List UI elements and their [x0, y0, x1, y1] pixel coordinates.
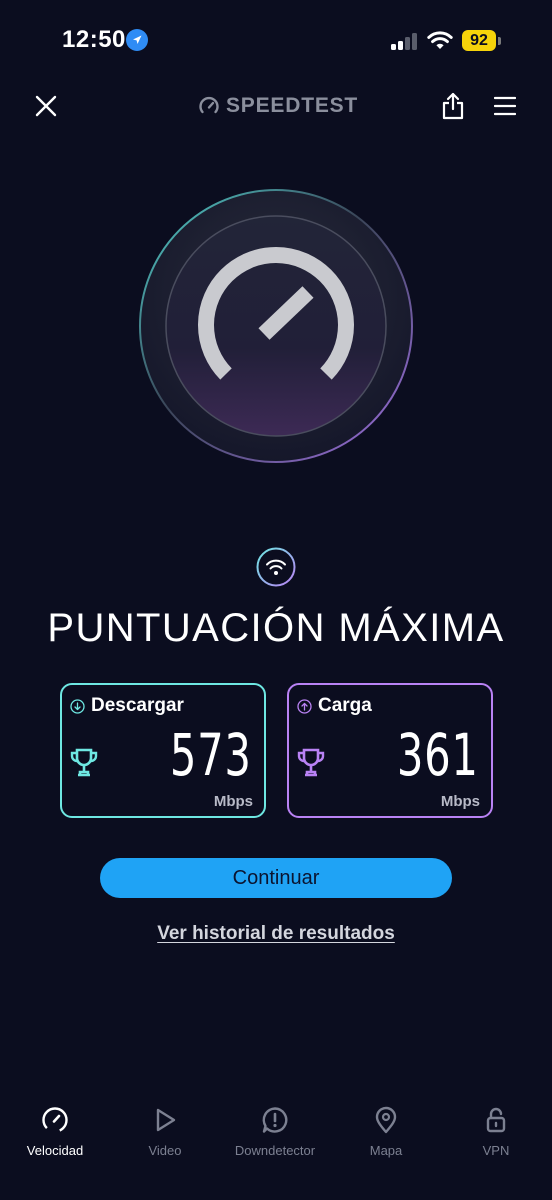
battery-icon: [498, 37, 501, 45]
wifi-status-icon: [427, 29, 453, 51]
nav-label: Mapa: [369, 1143, 403, 1158]
upload-result-card: Carga 361 Mbps: [287, 683, 493, 818]
map-pin-icon: [375, 1106, 397, 1134]
download-header: Descargar: [70, 695, 184, 717]
close-icon: [35, 95, 57, 117]
speedtest-result-screen: 12:50 92 SPEEDTEST PUNTUACIÓN MÁXIMA Des…: [0, 0, 552, 1200]
download-arrow-icon: [70, 698, 85, 714]
brand-name: SPEEDTEST: [226, 94, 359, 117]
speed-gauge: [138, 188, 414, 464]
nav-item-downdetector[interactable]: Downdetector: [220, 1100, 330, 1158]
results-history-link[interactable]: Ver historial de resultados: [0, 923, 552, 945]
hamburger-menu-icon: [493, 96, 517, 116]
bottom-navigation: Velocidad Video Downdetector Mapa VPN: [0, 1100, 552, 1170]
connection-type-badge: [256, 547, 296, 587]
speedometer-logo-icon: [199, 96, 219, 114]
nav-item-mapa[interactable]: Mapa: [331, 1100, 441, 1158]
nav-label: Downdetector: [234, 1143, 316, 1158]
alert-icon: [262, 1107, 288, 1133]
speedtest-logo: SPEEDTEST: [198, 93, 358, 119]
menu-button[interactable]: [493, 96, 517, 116]
share-icon: [442, 92, 464, 120]
download-result-card: Descargar 573 Mbps: [60, 683, 266, 818]
lock-icon: [486, 1107, 506, 1133]
download-label: Descargar: [91, 695, 184, 716]
nav-label: Video: [148, 1143, 182, 1158]
upload-speed-value: 361: [397, 721, 479, 789]
status-time: 12:50: [62, 26, 126, 53]
location-arrow-icon: [126, 29, 148, 51]
nav-item-vpn[interactable]: VPN: [441, 1100, 551, 1158]
nav-item-video[interactable]: Video: [110, 1100, 220, 1158]
nav-label: VPN: [482, 1143, 510, 1158]
download-unit: Mbps: [213, 793, 253, 810]
upload-unit: Mbps: [440, 793, 480, 810]
continue-button[interactable]: Continuar: [100, 858, 452, 898]
nav-item-velocidad[interactable]: Velocidad: [0, 1100, 110, 1158]
nav-label: Velocidad: [26, 1143, 84, 1158]
close-button[interactable]: [32, 92, 60, 120]
trophy-icon: [297, 748, 325, 777]
gauge-icon: [42, 1107, 68, 1133]
share-button[interactable]: [441, 92, 465, 120]
upload-arrow-icon: [297, 698, 312, 714]
battery-level: 92: [462, 30, 496, 51]
play-icon: [156, 1108, 176, 1132]
result-title: PUNTUACIÓN MÁXIMA: [47, 606, 505, 650]
download-speed-value: 573: [170, 721, 252, 789]
upload-label: Carga: [318, 695, 372, 716]
cellular-signal-icon: [391, 32, 419, 50]
wifi-icon: [256, 547, 296, 587]
trophy-icon: [70, 748, 98, 777]
upload-header: Carga: [297, 695, 372, 717]
speedometer-gauge-icon: [139, 189, 413, 463]
